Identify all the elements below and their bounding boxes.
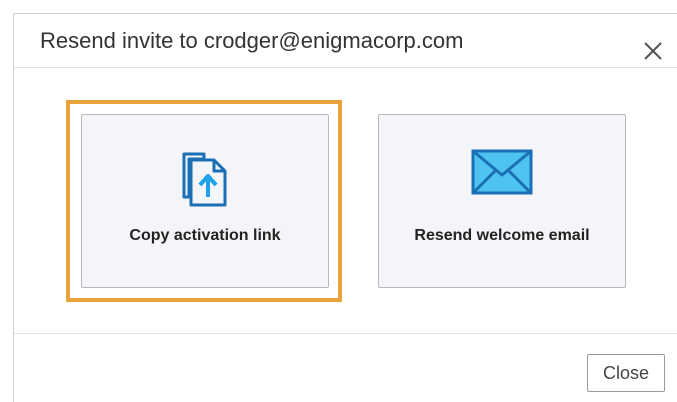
copy-activation-link-button[interactable]: Copy activation link — [81, 114, 329, 288]
page: Resend invite to crodger@enigmacorp.com — [0, 0, 677, 402]
dialog-footer: Close — [14, 333, 677, 402]
close-icon-graphic — [644, 42, 662, 60]
dialog-title: Resend invite to crodger@enigmacorp.com — [40, 28, 464, 53]
copy-link-icon — [181, 147, 229, 212]
resend-welcome-email-label: Resend welcome email — [414, 227, 590, 244]
invite-options: Copy activation link Resend welcome emai… — [14, 68, 677, 334]
envelope-icon — [471, 147, 533, 202]
dialog-header: Resend invite to crodger@enigmacorp.com — [14, 14, 677, 68]
close-button[interactable]: Close — [587, 354, 665, 392]
close-icon[interactable] — [642, 40, 664, 62]
resend-welcome-email-button[interactable]: Resend welcome email — [378, 114, 626, 288]
copy-activation-link-label: Copy activation link — [129, 227, 281, 244]
resend-invite-dialog: Resend invite to crodger@enigmacorp.com — [13, 13, 677, 402]
